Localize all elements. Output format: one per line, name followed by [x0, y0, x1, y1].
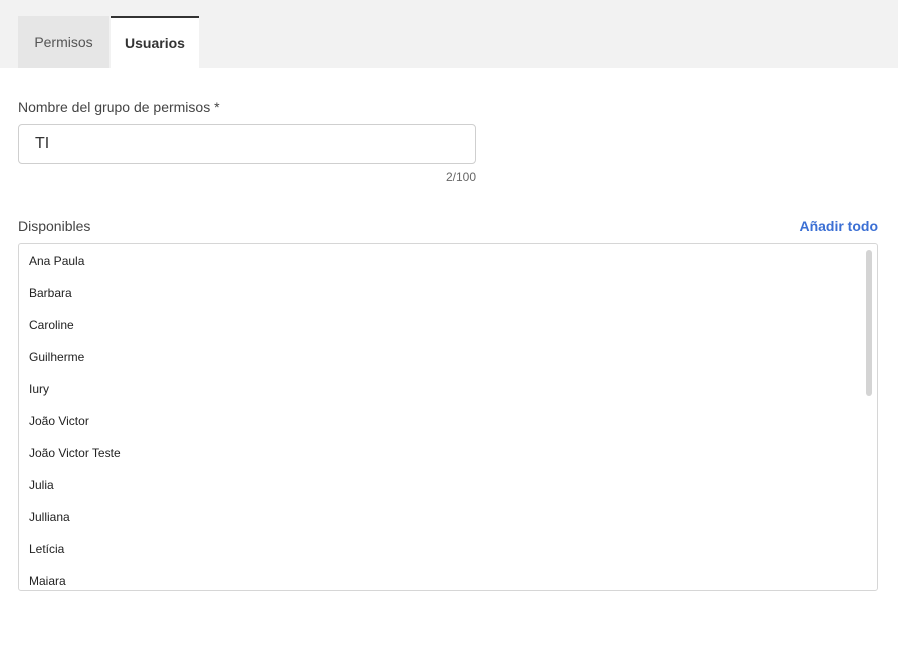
list-item[interactable]: Barbara: [29, 277, 72, 309]
tab-permisos[interactable]: Permisos: [18, 16, 109, 68]
group-name-input[interactable]: [18, 124, 476, 164]
list-item[interactable]: Ana Paula: [29, 245, 84, 277]
list-scrollbar[interactable]: [865, 248, 873, 586]
list-item[interactable]: Letícia: [29, 533, 64, 565]
list-item[interactable]: Iury: [29, 373, 49, 405]
tab-bar: Permisos Usuarios: [0, 0, 898, 68]
list-item[interactable]: Guilherme: [29, 341, 84, 373]
char-counter: 2/100: [445, 170, 476, 184]
list-item[interactable]: Julia: [29, 469, 54, 501]
scrollbar-thumb[interactable]: [866, 250, 872, 396]
list-item[interactable]: João Victor: [29, 405, 89, 437]
add-all-button[interactable]: Añadir todo: [799, 218, 878, 234]
list-item[interactable]: Julliana: [29, 501, 70, 533]
available-label: Disponibles: [18, 218, 91, 234]
group-name-label: Nombre del grupo de permisos *: [18, 99, 220, 115]
list-item[interactable]: Maiara: [29, 565, 66, 590]
list-item[interactable]: João Victor Teste: [29, 437, 121, 469]
list-item[interactable]: Caroline: [29, 309, 74, 341]
available-users-list[interactable]: Ana Paula Barbara Caroline Guilherme Iur…: [18, 243, 878, 591]
tab-usuarios[interactable]: Usuarios: [111, 16, 199, 68]
